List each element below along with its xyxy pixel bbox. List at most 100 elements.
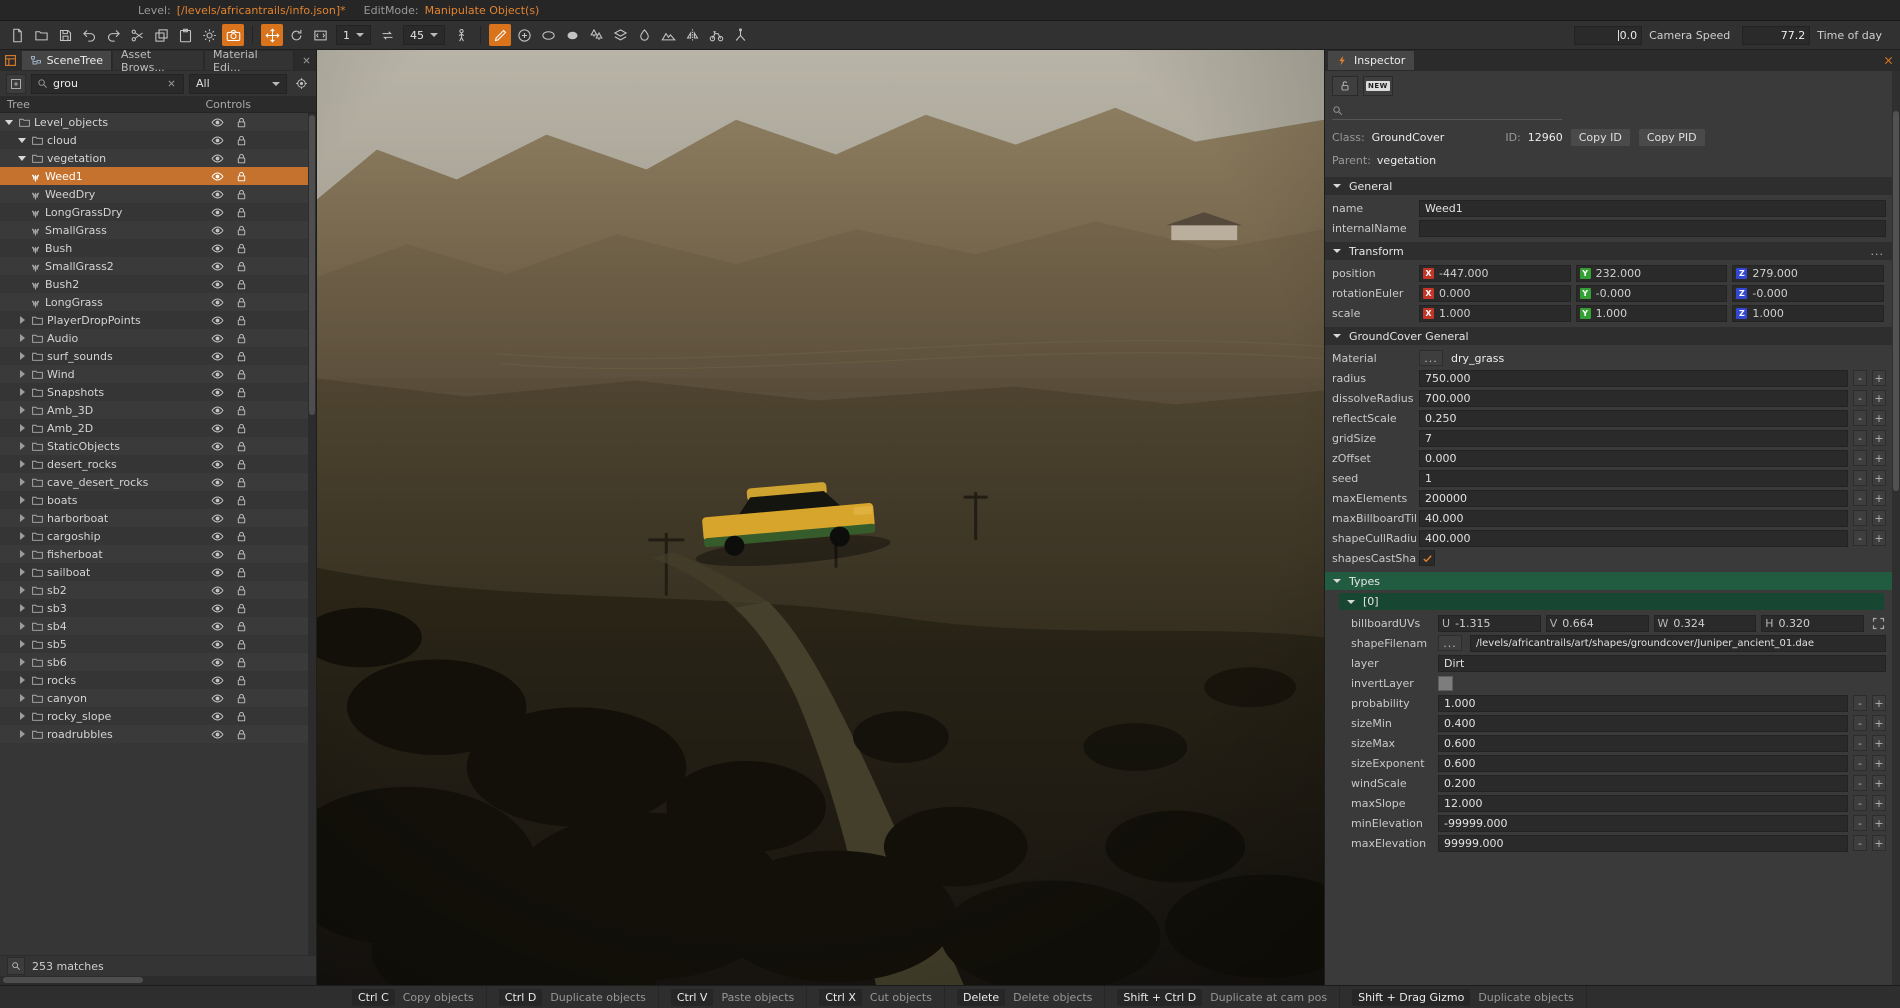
visibility-eye-icon[interactable] bbox=[211, 422, 224, 435]
lock-icon[interactable] bbox=[235, 692, 248, 705]
lock-icon[interactable] bbox=[235, 728, 248, 741]
visibility-eye-icon[interactable] bbox=[211, 494, 224, 507]
decrement-button[interactable]: - bbox=[1853, 470, 1867, 486]
field-input[interactable]: -99999.000 bbox=[1438, 814, 1848, 832]
lock-icon[interactable] bbox=[235, 512, 248, 525]
increment-button[interactable]: + bbox=[1872, 470, 1886, 486]
tree-row[interactable]: WeedDry bbox=[0, 185, 308, 203]
undo-button[interactable] bbox=[78, 24, 100, 46]
tree-row[interactable]: SmallGrass2 bbox=[0, 257, 308, 275]
visibility-eye-icon[interactable] bbox=[211, 476, 224, 489]
tree-row[interactable]: fisherboat bbox=[0, 545, 308, 563]
tree-hscrollbar-thumb[interactable] bbox=[3, 977, 143, 983]
tree-row[interactable]: sailboat bbox=[0, 563, 308, 581]
material-value[interactable]: dry_grass bbox=[1451, 352, 1504, 365]
close-tab-button[interactable] bbox=[298, 53, 314, 69]
name-input[interactable]: Weed1 bbox=[1419, 199, 1886, 217]
uv-h-cell[interactable]: H 0.320 bbox=[1761, 614, 1864, 632]
visibility-eye-icon[interactable] bbox=[211, 332, 224, 345]
redo-button[interactable] bbox=[102, 24, 124, 46]
section-groundcover[interactable]: GroundCover General bbox=[1325, 327, 1892, 345]
x-component-input[interactable]: X -447.000 bbox=[1419, 264, 1571, 282]
lock-icon[interactable] bbox=[235, 134, 248, 147]
expander-icon[interactable] bbox=[16, 566, 28, 578]
tree-row[interactable]: Bush2 bbox=[0, 275, 308, 293]
tree-row[interactable]: boats bbox=[0, 491, 308, 509]
menu-item[interactable] bbox=[104, 8, 120, 12]
decrement-button[interactable]: - bbox=[1853, 695, 1867, 711]
tree-row[interactable]: surf_sounds bbox=[0, 347, 308, 365]
new-inspector-button[interactable]: NEW bbox=[1363, 76, 1393, 96]
increment-button[interactable]: + bbox=[1872, 795, 1886, 811]
field-input[interactable]: 7 bbox=[1419, 429, 1848, 447]
shape-path-input[interactable]: /levels/africantrails/art/shapes/groundc… bbox=[1470, 634, 1886, 652]
expander-icon[interactable] bbox=[16, 422, 28, 434]
rotate-snap-dropdown[interactable]: 45 bbox=[403, 25, 445, 45]
folder-button[interactable] bbox=[30, 24, 52, 46]
panel-tab[interactable]: Material Edi... bbox=[205, 48, 295, 74]
clear-search-button[interactable] bbox=[164, 77, 178, 91]
increment-button[interactable]: + bbox=[1872, 815, 1886, 831]
expander-icon[interactable] bbox=[16, 548, 28, 560]
lock-icon[interactable] bbox=[235, 386, 248, 399]
decrement-button[interactable]: - bbox=[1853, 835, 1867, 851]
expander-icon[interactable] bbox=[16, 602, 28, 614]
increment-button[interactable]: + bbox=[1872, 510, 1886, 526]
camera-speed-input[interactable]: 0.0 bbox=[1574, 25, 1643, 45]
tree-row[interactable]: Weed1 bbox=[0, 167, 308, 185]
visibility-eye-icon[interactable] bbox=[211, 170, 224, 183]
field-input[interactable]: 700.000 bbox=[1419, 389, 1848, 407]
time-of-day-input[interactable]: 77.2 bbox=[1742, 25, 1811, 45]
tree-row[interactable]: cave_desert_rocks bbox=[0, 473, 308, 491]
cut-button[interactable] bbox=[126, 24, 148, 46]
z-component-input[interactable]: Z 279.000 bbox=[1732, 264, 1885, 282]
menu-item[interactable] bbox=[8, 8, 24, 12]
menu-item[interactable] bbox=[88, 8, 104, 12]
decrement-button[interactable]: - bbox=[1853, 775, 1867, 791]
person-button[interactable] bbox=[450, 24, 472, 46]
visibility-eye-icon[interactable] bbox=[211, 638, 224, 651]
visibility-eye-icon[interactable] bbox=[211, 386, 224, 399]
tree-row[interactable]: StaticObjects bbox=[0, 437, 308, 455]
decrement-button[interactable]: - bbox=[1853, 390, 1867, 406]
visibility-eye-icon[interactable] bbox=[211, 134, 224, 147]
field-input[interactable]: 0.200 bbox=[1438, 774, 1848, 792]
menu-item[interactable] bbox=[72, 8, 88, 12]
lock-icon[interactable] bbox=[235, 206, 248, 219]
expander-icon[interactable] bbox=[16, 152, 28, 164]
expander-icon[interactable] bbox=[16, 368, 28, 380]
move-button[interactable] bbox=[261, 24, 283, 46]
z-component-input[interactable]: Z -0.000 bbox=[1732, 284, 1885, 302]
tree-row[interactable]: SmallGrass bbox=[0, 221, 308, 239]
increment-button[interactable]: + bbox=[1872, 755, 1886, 771]
lock-icon[interactable] bbox=[235, 710, 248, 723]
visibility-eye-icon[interactable] bbox=[211, 278, 224, 291]
ellipse-button[interactable] bbox=[537, 24, 559, 46]
expander-icon[interactable] bbox=[16, 530, 28, 542]
visibility-eye-icon[interactable] bbox=[211, 116, 224, 129]
tree-row[interactable]: rocky_slope bbox=[0, 707, 308, 725]
expander-icon[interactable] bbox=[16, 350, 28, 362]
decrement-button[interactable]: - bbox=[1853, 735, 1867, 751]
expander-icon[interactable] bbox=[16, 134, 28, 146]
tree-row[interactable]: harborboat bbox=[0, 509, 308, 527]
increment-button[interactable]: + bbox=[1872, 695, 1886, 711]
decrement-button[interactable]: - bbox=[1853, 715, 1867, 731]
visibility-eye-icon[interactable] bbox=[211, 224, 224, 237]
material-browse-button[interactable]: ... bbox=[1419, 350, 1443, 366]
increment-button[interactable]: + bbox=[1872, 835, 1886, 851]
section-transform[interactable]: Transform ... bbox=[1325, 242, 1892, 260]
inspector-scrollbar-thumb[interactable] bbox=[1893, 111, 1899, 491]
field-input[interactable]: 1.000 bbox=[1438, 694, 1848, 712]
lock-icon[interactable] bbox=[235, 188, 248, 201]
y-component-input[interactable]: Y 232.000 bbox=[1575, 264, 1728, 282]
visibility-eye-icon[interactable] bbox=[211, 728, 224, 741]
close-inspector-button[interactable] bbox=[1879, 52, 1897, 70]
uv-v-cell[interactable]: V 0.664 bbox=[1545, 614, 1649, 632]
panel-tab[interactable]: Asset Brows... bbox=[113, 48, 204, 74]
visibility-eye-icon[interactable] bbox=[211, 548, 224, 561]
section-general[interactable]: General bbox=[1325, 177, 1892, 195]
expand-icon[interactable] bbox=[1871, 616, 1886, 631]
tree-row[interactable]: rocks bbox=[0, 671, 308, 689]
scenetree-search-input[interactable]: grou bbox=[31, 73, 184, 94]
